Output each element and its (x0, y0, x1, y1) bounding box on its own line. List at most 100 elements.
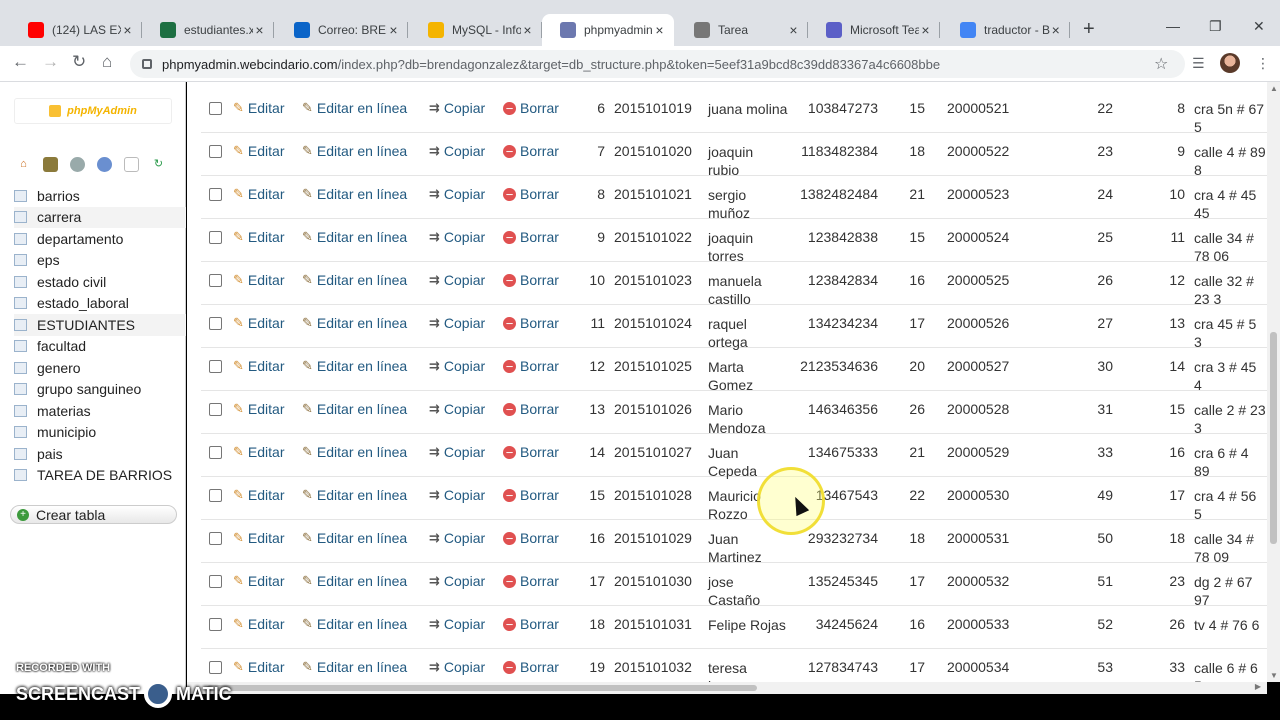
close-tab-icon[interactable]: × (521, 22, 534, 38)
inline-edit-link[interactable]: ✎ Editar en línea (302, 616, 407, 632)
inline-edit-link[interactable]: ✎ Editar en línea (302, 573, 407, 589)
minimize-icon[interactable]: — (1166, 18, 1180, 34)
row-checkbox[interactable] (209, 360, 222, 373)
copy-link[interactable]: ⇉ Copiar (429, 100, 485, 116)
inline-edit-link[interactable]: ✎ Editar en línea (302, 358, 407, 374)
edit-link[interactable]: ✎ Editar (233, 659, 284, 675)
row-checkbox[interactable] (209, 575, 222, 588)
horizontal-scrollbar[interactable]: ▶ (187, 682, 1267, 694)
close-tab-icon[interactable]: × (1050, 22, 1062, 38)
inline-edit-link[interactable]: ✎ Editar en línea (302, 229, 407, 245)
browser-tab[interactable]: estudiantes.xls× (142, 14, 274, 46)
inline-edit-link[interactable]: ✎ Editar en línea (302, 272, 407, 288)
close-tab-icon[interactable]: × (919, 22, 932, 38)
row-checkbox[interactable] (209, 317, 222, 330)
browser-tab[interactable]: phpmyadmin. × (542, 14, 674, 46)
delete-link[interactable]: − Borrar (503, 401, 559, 417)
close-tab-icon[interactable]: × (387, 22, 400, 38)
sidebar-table-item[interactable]: TAREA DE BARRIOS (14, 465, 186, 487)
edit-link[interactable]: ✎ Editar (233, 272, 284, 288)
sidebar-table-item[interactable]: materias (14, 400, 186, 422)
row-checkbox[interactable] (209, 403, 222, 416)
row-checkbox[interactable] (209, 145, 222, 158)
edit-link[interactable]: ✎ Editar (233, 530, 284, 546)
home-icon[interactable]: ⌂ (102, 52, 112, 72)
vertical-scrollbar[interactable]: ▲ ▼ (1267, 82, 1280, 682)
edit-link[interactable]: ✎ Editar (233, 358, 284, 374)
profile-avatar[interactable] (1220, 53, 1240, 73)
row-checkbox[interactable] (209, 661, 222, 674)
browser-tab[interactable]: Microsoft Tea × (808, 14, 940, 46)
inline-edit-link[interactable]: ✎ Editar en línea (302, 401, 407, 417)
edit-link[interactable]: ✎ Editar (233, 186, 284, 202)
close-tab-icon[interactable]: × (121, 22, 134, 38)
copy-link[interactable]: ⇉ Copiar (429, 444, 485, 460)
edit-link[interactable]: ✎ Editar (233, 487, 284, 503)
scrollbar-thumb[interactable] (1270, 332, 1277, 544)
delete-link[interactable]: − Borrar (503, 616, 559, 632)
sidebar-table-item[interactable]: grupo sanguineo (14, 379, 186, 401)
edit-link[interactable]: ✎ Editar (233, 100, 284, 116)
inline-edit-link[interactable]: ✎ Editar en línea (302, 315, 407, 331)
copy-link[interactable]: ⇉ Copiar (429, 401, 485, 417)
copy-link[interactable]: ⇉ Copiar (429, 530, 485, 546)
new-tab-button[interactable]: + (1083, 18, 1095, 41)
copy-link[interactable]: ⇉ Copiar (429, 143, 485, 159)
sidebar-table-item[interactable]: eps (14, 250, 186, 272)
delete-link[interactable]: − Borrar (503, 487, 559, 503)
edit-link[interactable]: ✎ Editar (233, 229, 284, 245)
row-checkbox[interactable] (209, 231, 222, 244)
close-window-icon[interactable]: ✕ (1253, 18, 1265, 35)
sidebar-table-item[interactable]: pais (14, 443, 186, 465)
delete-link[interactable]: − Borrar (503, 530, 559, 546)
copy-link[interactable]: ⇉ Copiar (429, 616, 485, 632)
delete-link[interactable]: − Borrar (503, 272, 559, 288)
browser-tab[interactable]: MySQL - Info2× (410, 14, 542, 46)
delete-link[interactable]: − Borrar (503, 186, 559, 202)
inline-edit-link[interactable]: ✎ Editar en línea (302, 186, 407, 202)
delete-link[interactable]: − Borrar (503, 229, 559, 245)
copy-link[interactable]: ⇉ Copiar (429, 659, 485, 675)
sidebar-table-item[interactable]: estado_laboral (14, 293, 186, 315)
home-icon[interactable]: ⌂ (16, 157, 31, 172)
edit-link[interactable]: ✎ Editar (233, 315, 284, 331)
browser-tab[interactable]: (124) LAS EX × (10, 14, 142, 46)
docs-help-icon[interactable] (97, 157, 112, 172)
docs-icon[interactable] (124, 157, 139, 172)
sidebar-table-item[interactable]: genero (14, 357, 186, 379)
copy-link[interactable]: ⇉ Copiar (429, 315, 485, 331)
delete-link[interactable]: − Borrar (503, 444, 559, 460)
menu-kebab-icon[interactable]: ⋮ (1256, 55, 1270, 72)
close-tab-icon[interactable]: × (787, 22, 800, 38)
sql-query-icon[interactable] (70, 157, 85, 172)
inline-edit-link[interactable]: ✎ Editar en línea (302, 659, 407, 675)
row-checkbox[interactable] (209, 446, 222, 459)
sidebar-table-item[interactable]: carrera (14, 206, 186, 228)
copy-link[interactable]: ⇉ Copiar (429, 487, 485, 503)
delete-link[interactable]: − Borrar (503, 573, 559, 589)
inline-edit-link[interactable]: ✎ Editar en línea (302, 444, 407, 460)
inline-edit-link[interactable]: ✎ Editar en línea (302, 530, 407, 546)
edit-link[interactable]: ✎ Editar (233, 143, 284, 159)
edit-link[interactable]: ✎ Editar (233, 616, 284, 632)
reload-icon[interactable]: ↻ (72, 52, 86, 72)
delete-link[interactable]: − Borrar (503, 358, 559, 374)
scroll-up-arrow-icon[interactable]: ▲ (1270, 84, 1278, 93)
row-checkbox[interactable] (209, 274, 222, 287)
copy-link[interactable]: ⇉ Copiar (429, 186, 485, 202)
address-bar[interactable]: phpmyadmin.webcindario.com/index.php?db=… (130, 50, 1185, 78)
inline-edit-link[interactable]: ✎ Editar en línea (302, 143, 407, 159)
back-icon[interactable]: ← (12, 52, 29, 72)
reload-nav-icon[interactable]: ↻ (151, 157, 166, 172)
bookmark-star-icon[interactable]: ☆ (1154, 54, 1168, 74)
sidebar-table-item[interactable]: municipio (14, 422, 186, 444)
copy-link[interactable]: ⇉ Copiar (429, 573, 485, 589)
copy-link[interactable]: ⇉ Copiar (429, 272, 485, 288)
delete-link[interactable]: − Borrar (503, 315, 559, 331)
browser-tab[interactable]: traductor - Bú × (942, 14, 1070, 46)
inline-edit-link[interactable]: ✎ Editar en línea (302, 100, 407, 116)
create-table-button[interactable]: + Crear tabla (10, 505, 177, 524)
logout-icon[interactable] (43, 157, 58, 172)
edit-link[interactable]: ✎ Editar (233, 401, 284, 417)
forward-icon[interactable]: → (42, 52, 59, 72)
